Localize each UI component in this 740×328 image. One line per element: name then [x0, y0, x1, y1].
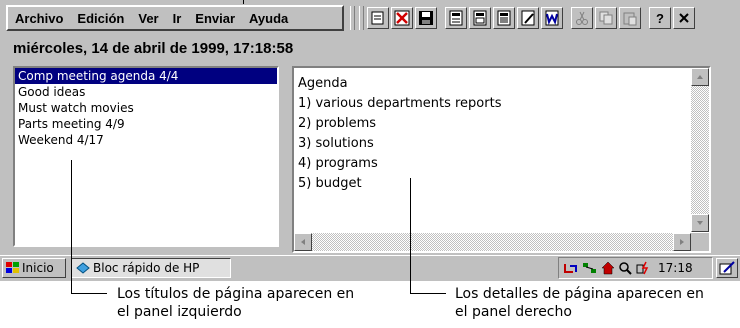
page-edit-icon [521, 10, 535, 26]
help-button[interactable]: ? [649, 7, 671, 29]
scroll-down-button[interactable] [691, 214, 709, 232]
taskbar: Inicio Bloc rápido de HP 17:18 [0, 255, 740, 281]
page-button[interactable] [445, 7, 467, 29]
arrow-left-icon [301, 239, 305, 245]
arrow-right-icon [680, 239, 684, 245]
copy-icon [599, 11, 613, 25]
word-button[interactable] [541, 7, 563, 29]
list-item[interactable]: Parts meeting 4/9 [15, 116, 277, 132]
paste-icon [623, 12, 637, 26]
save-button[interactable] [415, 7, 437, 29]
caption-right-line: Los detalles de página aparecen en [455, 286, 704, 302]
scrollbar-corner [691, 233, 709, 251]
page-edit-button[interactable] [517, 7, 539, 29]
menu-bar: Archivo Edición Ver Ir Enviar Ayuda [6, 5, 344, 31]
detail-line: Agenda [298, 76, 348, 91]
new-note-button[interactable] [367, 7, 389, 29]
detail-line: 5) budget [298, 176, 362, 191]
home-icon[interactable] [601, 261, 615, 275]
menu-ayuda[interactable]: Ayuda [242, 11, 295, 26]
battery-icon[interactable] [563, 261, 579, 275]
list-item[interactable]: Weekend 4/17 [15, 132, 277, 148]
arrow-down-icon [697, 221, 703, 225]
start-label: Inicio [22, 261, 54, 275]
page-list-button[interactable] [493, 7, 515, 29]
caption-left-line: Los títulos de página aparecen en [117, 286, 355, 302]
zoom-icon[interactable] [618, 261, 632, 275]
toolbar-grip[interactable] [359, 6, 364, 30]
toolbar: ? [348, 5, 696, 31]
start-button[interactable]: Inicio [2, 258, 66, 278]
page-details-text[interactable]: Agenda 1) various departments reports 2)… [298, 74, 501, 194]
list-item[interactable]: Must watch movies [15, 100, 277, 116]
copy-button[interactable] [595, 7, 617, 29]
detail-line: 1) various departments reports [298, 96, 502, 111]
menu-ir[interactable]: Ir [166, 11, 189, 26]
detail-line: 4) programs [298, 156, 378, 171]
arrow-up-icon [697, 75, 703, 79]
caption-left-line: el panel izquierdo [117, 304, 242, 320]
callout-line-left [71, 160, 72, 293]
desktop-button[interactable] [716, 258, 738, 278]
close-button[interactable] [673, 7, 695, 29]
windows-logo-icon [6, 262, 19, 273]
horizontal-scrollbar[interactable] [294, 233, 691, 251]
save-icon [419, 11, 433, 25]
cut-icon [576, 11, 588, 25]
list-item[interactable]: Comp meeting agenda 4/4 [15, 68, 277, 84]
system-tray: 17:18 [558, 257, 713, 279]
page-duplicate-button[interactable] [469, 7, 491, 29]
caption-left: Los títulos de página aparecen en el pan… [117, 285, 354, 321]
callout-line-top [243, 0, 244, 4]
clock[interactable]: 17:18 [658, 261, 693, 275]
svg-text:?: ? [656, 11, 664, 26]
task-button-bloc-rapido[interactable]: Bloc rápido de HP [71, 258, 231, 278]
task-label: Bloc rápido de HP [93, 261, 200, 275]
page-duplicate-icon [473, 10, 487, 26]
hp-quick-pad-window: Archivo Edición Ver Ir Enviar Ayuda ? mi… [0, 0, 740, 281]
new-note-icon [371, 11, 384, 25]
page-icon [449, 10, 463, 26]
paste-button[interactable] [619, 7, 641, 29]
caption-right: Los detalles de página aparecen en el pa… [455, 285, 704, 321]
menu-ver[interactable]: Ver [131, 11, 165, 26]
word-icon [545, 10, 559, 26]
menu-enviar[interactable]: Enviar [188, 11, 242, 26]
desktop-pen-icon [719, 261, 735, 275]
vertical-scrollbar[interactable] [691, 68, 709, 232]
power-icon[interactable] [635, 261, 649, 275]
close-icon [679, 13, 689, 23]
callout-line-right [410, 293, 446, 294]
current-date: miércoles, 14 de abril de 1999, 17:18:58 [13, 40, 294, 57]
scroll-right-button[interactable] [673, 233, 691, 251]
page-details-editor[interactable]: Agenda 1) various departments reports 2)… [292, 66, 711, 253]
callout-line-right [410, 178, 411, 293]
page-list-icon [497, 10, 511, 26]
caption-right-line: el panel derecho [455, 304, 572, 320]
network-icon[interactable] [582, 261, 598, 275]
list-item[interactable]: Good ideas [15, 84, 277, 100]
scroll-up-button[interactable] [691, 68, 709, 86]
menu-archivo[interactable]: Archivo [8, 11, 70, 26]
delete-button[interactable] [391, 7, 413, 29]
quick-pad-app-icon [76, 262, 90, 274]
delete-icon [394, 10, 410, 26]
toolbar-grip[interactable] [350, 6, 355, 30]
menu-edicion[interactable]: Edición [70, 11, 131, 26]
detail-line: 3) solutions [298, 136, 374, 151]
help-icon: ? [656, 11, 664, 26]
scroll-left-button[interactable] [294, 233, 312, 251]
callout-line-left [71, 293, 107, 294]
page-titles-list[interactable]: Comp meeting agenda 4/4 Good ideas Must … [13, 66, 279, 247]
detail-line: 2) problems [298, 116, 377, 131]
cut-button[interactable] [571, 7, 593, 29]
